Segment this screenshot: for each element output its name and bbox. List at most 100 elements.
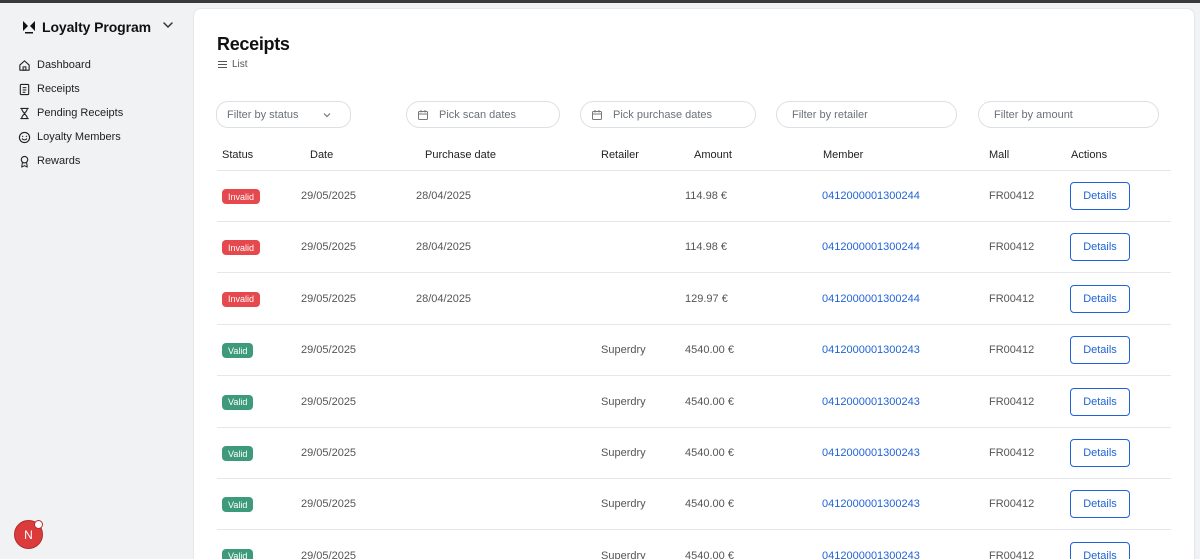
details-button[interactable]: Details xyxy=(1070,387,1130,416)
cell-date: 29/05/2025 xyxy=(301,344,357,357)
table-row: Invalid 29/05/2025 28/04/2025 114.98 € 04120… xyxy=(194,171,1194,222)
cell-amount: 4540.00 € xyxy=(685,549,734,559)
cell-amount: 4540.00 € xyxy=(685,447,734,459)
sidebar-item-dashboard[interactable]: Dashboard xyxy=(18,53,123,77)
cell-date: 29/05/2025 xyxy=(301,447,357,459)
status-filter-placeholder: Filter by status xyxy=(227,108,299,121)
cell-retailer: Superdry xyxy=(601,549,646,559)
app-name: Loyalty Program xyxy=(42,19,151,35)
award-icon xyxy=(20,155,29,168)
notification-dot xyxy=(34,520,43,529)
details-button[interactable]: Details xyxy=(1070,233,1130,262)
sidebar-item-label: Pending Receipts xyxy=(37,107,124,119)
cell-date: 29/05/2025 xyxy=(301,549,357,559)
main-panel: Receipts List Filter by status Pick scan… xyxy=(193,8,1195,559)
cell-amount: 114.98 € xyxy=(685,241,728,254)
status-badge: Valid xyxy=(222,343,254,359)
sidebar-item-label: Loyalty Members xyxy=(37,131,121,143)
table-row: Valid 29/05/2025 Superdry 4540.00 € 04120000… xyxy=(194,377,1194,428)
cell-member-link[interactable]: 0412000001300244 xyxy=(822,241,920,253)
amount-filter-placeholder: Filter by amount xyxy=(994,108,1073,121)
sidebar-item-label: Rewards xyxy=(37,155,81,167)
cell-amount: 4540.00 € xyxy=(685,498,734,511)
smile-icon xyxy=(18,131,31,143)
details-button[interactable]: Details xyxy=(1070,336,1130,365)
details-button[interactable]: Details xyxy=(1070,284,1130,313)
cell-date: 29/05/2025 xyxy=(301,241,357,254)
cell-amount: 114.98 € xyxy=(685,190,728,202)
table-row: Valid 29/05/2025 Superdry 4540.00 € 04120000… xyxy=(194,479,1194,531)
sidebar-item-receipts[interactable]: Receipts xyxy=(18,77,123,101)
column-header-amount: Amount xyxy=(694,149,732,161)
cell-date: 29/05/2025 xyxy=(301,498,357,511)
amount-filter-input[interactable]: Filter by amount xyxy=(978,101,1159,128)
sidebar-nav: Dashboard Receipts Pending Receipts Loya… xyxy=(18,53,123,173)
chevron-down-icon[interactable] xyxy=(160,17,176,33)
details-button[interactable]: Details xyxy=(1070,182,1130,210)
column-header-retailer: Retailer xyxy=(601,149,639,161)
table-row: Valid 29/05/2025 Superdry 4540.00 € 04120000… xyxy=(194,531,1194,559)
calendar-icon xyxy=(418,109,428,120)
details-button[interactable]: Details xyxy=(1070,490,1130,519)
status-badge: Valid xyxy=(222,497,254,513)
status-badge: Invalid xyxy=(222,291,261,307)
column-header-purchase-date: Purchase date xyxy=(425,149,496,161)
status-filter[interactable]: Filter by status xyxy=(216,101,351,128)
cell-member-link[interactable]: 0412000001300244 xyxy=(822,293,920,305)
cell-purchase-date: 28/04/2025 xyxy=(416,241,472,254)
cell-member-link[interactable]: 0412000001300243 xyxy=(822,550,920,559)
sidebar-item-loyalty-members[interactable]: Loyalty Members xyxy=(18,125,123,149)
retailer-filter-input[interactable]: Filter by retailer xyxy=(776,101,957,128)
home-icon xyxy=(19,59,30,71)
cell-retailer: Superdry xyxy=(601,447,646,459)
cell-member-link[interactable]: 0412000001300243 xyxy=(822,344,920,356)
cell-mall: FR00412 xyxy=(989,344,1035,357)
sidebar-item-label: Dashboard xyxy=(37,59,91,71)
scan-dates-picker[interactable]: Pick scan dates xyxy=(406,101,560,128)
status-badge: Valid xyxy=(222,394,254,410)
status-badge: Valid xyxy=(222,446,254,461)
status-badge: Invalid xyxy=(222,240,261,256)
sidebar-item-pending-receipts[interactable]: Pending Receipts xyxy=(18,101,123,125)
cell-amount: 4540.00 € xyxy=(685,344,734,357)
column-header-member: Member xyxy=(823,149,864,161)
table-row: Invalid 29/05/2025 28/04/2025 129.97 € 04120… xyxy=(194,274,1194,325)
table-row: Valid 29/05/2025 Superdry 4540.00 € 04120000… xyxy=(194,325,1194,377)
cell-retailer: Superdry xyxy=(601,498,646,511)
cell-mall: FR00412 xyxy=(989,190,1035,202)
cell-member-link[interactable]: 0412000001300243 xyxy=(822,396,920,408)
cell-amount: 129.97 € xyxy=(685,292,728,305)
view-toggle-list[interactable]: List xyxy=(217,59,248,70)
column-header-actions: Actions xyxy=(1071,149,1108,161)
cell-mall: FR00412 xyxy=(989,395,1035,408)
cell-member-link[interactable]: 0412000001300244 xyxy=(822,190,920,202)
purchase-dates-picker[interactable]: Pick purchase dates xyxy=(580,101,756,128)
sidebar-item-rewards[interactable]: Rewards xyxy=(18,149,123,173)
retailer-filter-placeholder: Filter by retailer xyxy=(792,108,868,121)
table-row: Valid 29/05/2025 Superdry 4540.00 € 04120000… xyxy=(194,428,1194,479)
brand[interactable]: Loyalty Program xyxy=(22,17,151,37)
receipt-icon xyxy=(19,83,30,95)
cell-purchase-date: 28/04/2025 xyxy=(416,190,472,202)
column-header-status: Status xyxy=(222,149,254,161)
chevron-down-icon xyxy=(323,113,331,118)
purchase-dates-placeholder: Pick purchase dates xyxy=(613,108,713,121)
avatar-initial: N xyxy=(24,527,33,542)
cell-member-link[interactable]: 0412000001300243 xyxy=(822,498,920,510)
cell-mall: FR00412 xyxy=(989,241,1035,254)
scan-dates-placeholder: Pick scan dates xyxy=(439,108,517,121)
brand-logo-icon xyxy=(23,21,35,34)
calendar-icon xyxy=(592,109,602,120)
cell-purchase-date: 28/04/2025 xyxy=(416,292,472,305)
cell-mall: FR00412 xyxy=(989,292,1035,305)
details-button[interactable]: Details xyxy=(1070,439,1130,467)
cell-date: 29/05/2025 xyxy=(301,292,357,305)
column-header-date: Date xyxy=(310,149,334,161)
cell-mall: FR00412 xyxy=(989,549,1035,559)
hourglass-icon xyxy=(20,107,29,119)
details-button[interactable]: Details xyxy=(1070,541,1130,559)
column-header-mall: Mall xyxy=(989,149,1010,161)
cell-member-link[interactable]: 0412000001300243 xyxy=(822,447,920,459)
cell-mall: FR00412 xyxy=(989,447,1035,459)
list-icon xyxy=(218,61,227,68)
